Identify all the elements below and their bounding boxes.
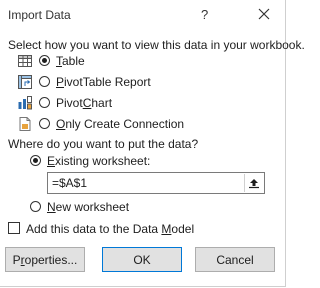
table-option-label[interactable]: Table: [56, 54, 85, 68]
cell-reference-value: =$A$1: [52, 176, 88, 190]
pivotchart-icon: [18, 96, 32, 110]
ok-button[interactable]: OK: [102, 247, 182, 272]
properties-button[interactable]: Pr operties...: [5, 247, 85, 272]
pivotchart-option-label[interactable]: PivotChart: [56, 96, 112, 110]
pivottable-radio[interactable]: [39, 76, 50, 87]
existing-worksheet-radio[interactable]: [30, 155, 41, 166]
dialog-title: Import Data: [8, 8, 71, 22]
new-worksheet-label[interactable]: New worksheet: [47, 200, 129, 214]
cell-reference-input[interactable]: =$A$1: [47, 172, 265, 194]
destination-section-label: Where do you want to put the data?: [8, 137, 199, 151]
data-model-checkbox[interactable]: [8, 222, 20, 234]
cancel-button[interactable]: Cancel: [195, 247, 275, 272]
close-icon[interactable]: [254, 4, 274, 24]
table-icon: [18, 55, 32, 67]
pivottable-icon: [18, 75, 32, 89]
help-button[interactable]: ?: [201, 7, 208, 22]
new-worksheet-radio[interactable]: [30, 201, 41, 212]
view-section-label: Select how you want to view this data in…: [8, 38, 305, 52]
connection-icon: [19, 117, 31, 131]
connection-radio[interactable]: [39, 118, 50, 129]
pivotchart-radio[interactable]: [39, 97, 50, 108]
existing-worksheet-label[interactable]: Existing worksheet:: [47, 154, 150, 168]
title-bar: Import Data ?: [0, 0, 286, 32]
import-data-dialog: Import Data ? Select how you want to vie…: [0, 0, 305, 287]
collapse-dialog-icon[interactable]: [244, 174, 263, 192]
pivottable-option-label[interactable]: PivotTable Report: [56, 75, 151, 89]
data-model-label[interactable]: Add this data to the Data Model: [26, 222, 194, 236]
table-radio[interactable]: [39, 55, 50, 66]
connection-option-label[interactable]: Only Create Connection: [56, 117, 184, 131]
